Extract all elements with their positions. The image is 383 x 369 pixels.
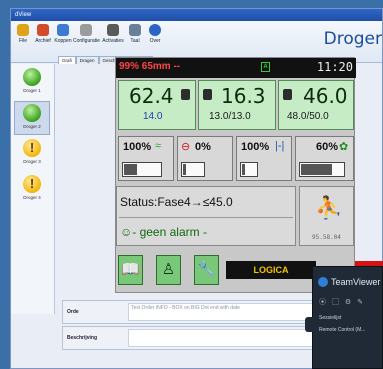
- file-icon: [17, 24, 29, 36]
- sidebar: Droger 1 Droger 2 Droger 3 Droger 4: [11, 64, 55, 314]
- book-button[interactable]: 📖: [118, 255, 143, 285]
- gauge-sub-value: 48.0/50.0: [287, 111, 329, 122]
- fan-percentage: 60%: [316, 141, 339, 153]
- teamviewer-logo-icon: [318, 277, 328, 287]
- order-label: Orde: [67, 309, 79, 315]
- activation-icon: [107, 24, 119, 36]
- sidebar-item-droger-3[interactable]: Droger 3: [14, 137, 50, 171]
- configuration-button[interactable]: Configuratie: [73, 24, 100, 44]
- clock: 11:20: [316, 60, 353, 74]
- gauge-moisture[interactable]: 16.3 13.0/13.0: [198, 80, 276, 130]
- refresh-icon: [57, 24, 69, 36]
- fan-level-fill: [301, 164, 332, 175]
- language-button[interactable]: Taal: [125, 24, 145, 44]
- remote-control-item[interactable]: Remote Control (M...: [319, 327, 365, 333]
- valve-cell[interactable]: ⊖ 0%: [177, 136, 233, 181]
- wrench-icon: 🔧: [197, 261, 216, 278]
- page-title: Droger: [323, 29, 382, 49]
- warning-status-icon: [23, 139, 41, 157]
- fan-cell[interactable]: 60% ✿: [295, 136, 354, 181]
- tab-dryers[interactable]: Dragen: [75, 56, 99, 64]
- valve-level-fill: [183, 164, 187, 175]
- status-indicator: A: [261, 62, 270, 72]
- gauge-main-value: 62.4: [129, 84, 174, 108]
- dryer-control-panel: 99% 65mm -- A 11:20 62.4 14.0 16.3 13.0/…: [115, 57, 356, 293]
- operator-icon: ⛹: [315, 195, 343, 220]
- status-readout: 99% 65mm --: [119, 61, 181, 72]
- sidebar-item-droger-4[interactable]: Droger 4: [14, 173, 50, 207]
- headers-button[interactable]: Koppen: [53, 24, 73, 44]
- phase-status: Status:Fase4→≤45.0: [120, 195, 233, 209]
- panel-status-bar: 99% 65mm -- A 11:20: [116, 58, 356, 78]
- logica-logo: LOGICA: [226, 261, 316, 279]
- status-box: Status:Fase4→≤45.0 ☺- geen alarm -: [116, 186, 296, 246]
- damper-percentage: 100%: [241, 141, 270, 153]
- damper-cell[interactable]: 100% |-|: [236, 136, 292, 181]
- heater-cell[interactable]: 100% ≈: [118, 136, 174, 181]
- teamviewer-controls[interactable]: ⦿ ▢ ⚙ ✎: [319, 297, 365, 307]
- gauge-setpoint[interactable]: 46.0 48.0/50.0: [278, 80, 354, 130]
- timestamp: 95.58.04: [312, 234, 341, 241]
- ok-status-icon: [23, 104, 41, 122]
- info-icon: [149, 24, 161, 36]
- archive-icon: [37, 24, 49, 36]
- session-list-item[interactable]: Sessielijst: [319, 315, 341, 321]
- book-icon: 📖: [121, 261, 140, 278]
- sidebar-item-droger-1[interactable]: Droger 1: [14, 66, 50, 100]
- sidebar-item-droger-2[interactable]: Droger 2: [14, 101, 50, 135]
- teamviewer-panel[interactable]: TeamViewer ⦿ ▢ ⚙ ✎ Sessielijst Remote Co…: [305, 266, 383, 369]
- title-bar: dView: [11, 9, 382, 21]
- alarm-status: ☺- geen alarm -: [120, 225, 207, 239]
- activations-button[interactable]: Activaties: [101, 24, 125, 44]
- stop-icon: ⊖: [181, 141, 191, 153]
- valve-level-bar: [181, 162, 205, 177]
- ok-status-icon: [23, 68, 41, 86]
- gauge-main-value: 16.3: [221, 84, 266, 108]
- gauge-sub-value: 13.0/13.0: [209, 111, 251, 122]
- collapse-handle[interactable]: [305, 317, 315, 332]
- damper-icon: |-|: [275, 140, 285, 152]
- sensor-icon: [203, 89, 212, 100]
- heater-percentage: 100%: [123, 141, 152, 153]
- tab-graph[interactable]: Grafi: [58, 56, 76, 64]
- fan-icon: ✿: [339, 141, 349, 153]
- gauge-main-value: 46.0: [303, 84, 348, 108]
- gauge-temperature[interactable]: 62.4 14.0: [118, 80, 196, 130]
- damper-level-bar: [240, 162, 258, 177]
- heater-level-bar: [122, 162, 162, 177]
- teamviewer-title: TeamViewer: [331, 277, 381, 287]
- people-button[interactable]: ♙: [156, 255, 181, 285]
- language-icon: [129, 24, 141, 36]
- sensor-icon: [181, 89, 190, 100]
- damper-level-fill: [242, 164, 246, 175]
- people-icon: ♙: [161, 261, 176, 278]
- file-button[interactable]: File: [13, 24, 33, 44]
- fan-level-bar: [299, 162, 345, 177]
- heat-wave-icon: ≈: [155, 140, 162, 152]
- operator-box[interactable]: ⛹ 95.58.04: [299, 186, 354, 246]
- description-label: Beschrijving: [67, 335, 98, 341]
- heater-level-fill: [124, 164, 138, 175]
- config-icon: [80, 24, 92, 36]
- service-button[interactable]: 🔧: [194, 255, 219, 285]
- valve-percentage: 0%: [195, 141, 211, 153]
- warning-status-icon: [23, 175, 41, 193]
- gauge-sub-value: 14.0: [143, 111, 163, 122]
- about-button[interactable]: Over: [145, 24, 165, 44]
- sensor-icon: [283, 89, 292, 100]
- archive-button[interactable]: Archief: [33, 24, 53, 44]
- divider: [119, 217, 293, 218]
